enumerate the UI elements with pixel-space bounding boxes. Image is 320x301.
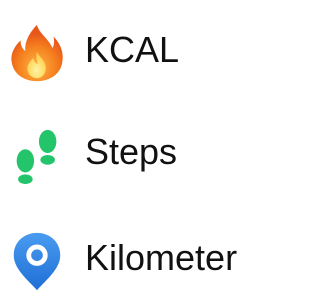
metric-label-kilometer: Kilometer bbox=[85, 237, 238, 278]
metric-label-steps: Steps bbox=[85, 131, 178, 172]
footsteps-icon bbox=[6, 124, 68, 186]
location-pin-icon bbox=[6, 230, 68, 292]
metric-row-kcal: KCAL bbox=[0, 14, 248, 86]
flame-icon bbox=[6, 22, 68, 84]
metric-row-kilometer: Kilometer bbox=[0, 222, 248, 294]
metric-label-kcal: KCAL bbox=[85, 29, 180, 70]
metric-row-steps: Steps bbox=[0, 116, 248, 188]
